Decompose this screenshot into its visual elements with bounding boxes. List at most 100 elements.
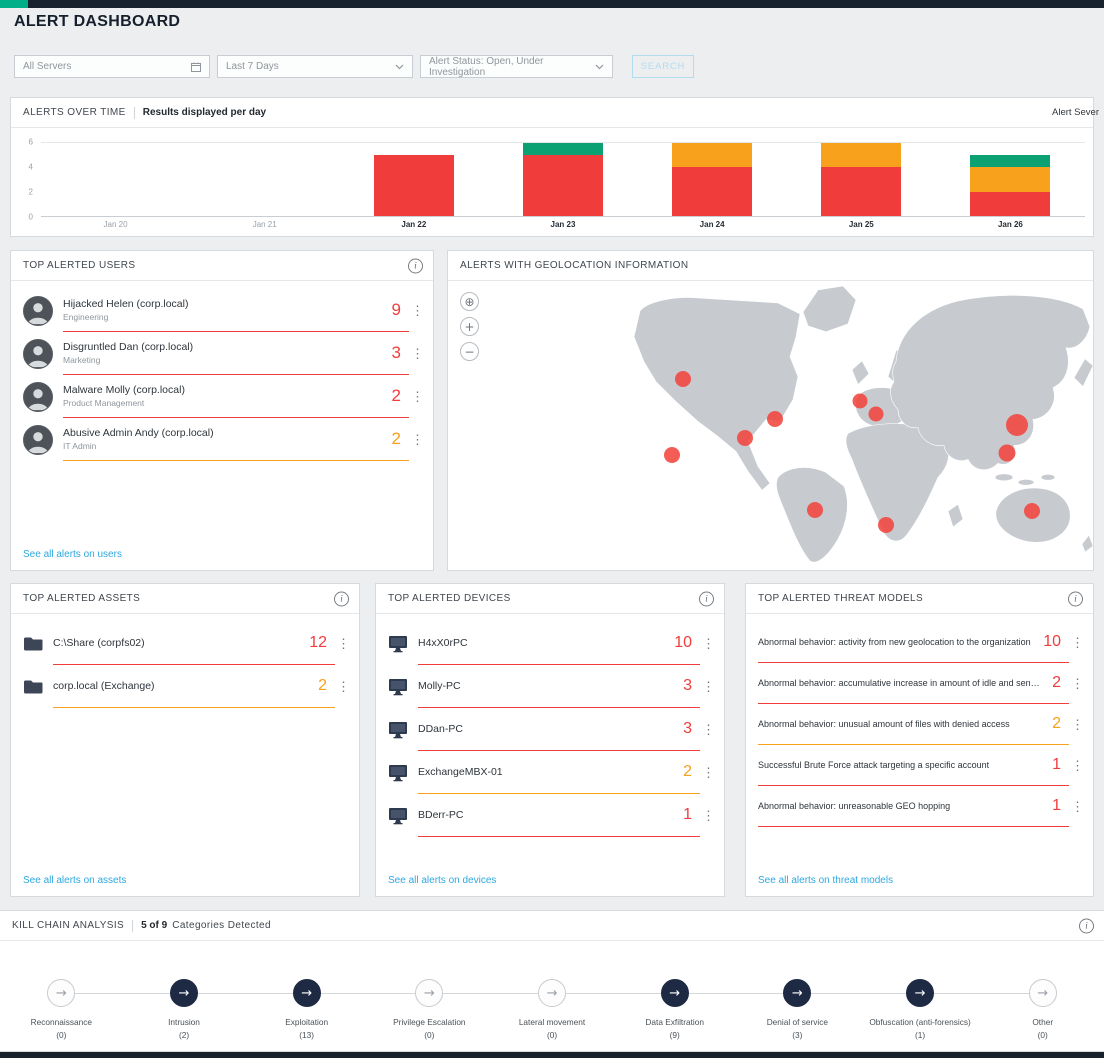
kill-chain-stage-button[interactable]: → bbox=[906, 979, 934, 1007]
info-icon[interactable]: i bbox=[408, 258, 423, 273]
info-icon[interactable]: i bbox=[1068, 591, 1083, 606]
geo-alert-marker[interactable] bbox=[664, 447, 680, 463]
info-icon[interactable]: i bbox=[334, 591, 349, 606]
geo-alert-marker[interactable] bbox=[853, 393, 868, 408]
kebab-menu-icon[interactable]: ⋮ bbox=[411, 390, 423, 403]
user-list-item[interactable]: Disgruntled Dan (corp.local) Marketing 3… bbox=[11, 332, 433, 375]
stacked-bar[interactable] bbox=[225, 143, 305, 216]
stage-label: Reconnaissance bbox=[31, 1017, 92, 1027]
asset-list-item[interactable]: corp.local (Exchange) 2 ⋮ bbox=[11, 665, 359, 708]
stacked-bar[interactable] bbox=[76, 143, 156, 216]
see-all-threat-models-link[interactable]: See all alerts on threat models bbox=[758, 875, 893, 886]
kebab-menu-icon[interactable]: ⋮ bbox=[702, 637, 714, 650]
assets-list: C:\Share (corpfs02) 12 ⋮ corp.local (Exc… bbox=[11, 614, 359, 708]
geo-alert-marker[interactable] bbox=[807, 502, 823, 518]
world-map[interactable]: ⊕ + − bbox=[448, 282, 1093, 570]
date-range-value: Last 7 Days bbox=[226, 61, 279, 72]
threat-model-list-item[interactable]: Successful Brute Force attack targeting … bbox=[746, 745, 1093, 786]
device-list-item[interactable]: DDan-PC 3 ⋮ bbox=[376, 708, 724, 751]
stage-label: Obfuscation (anti-forensics) bbox=[869, 1017, 970, 1027]
kebab-menu-icon[interactable]: ⋮ bbox=[1071, 718, 1083, 731]
date-range-filter[interactable]: Last 7 Days bbox=[217, 55, 413, 78]
kebab-menu-icon[interactable]: ⋮ bbox=[411, 304, 423, 317]
user-avatar bbox=[23, 382, 53, 412]
device-name: DDan-PC bbox=[418, 723, 463, 735]
map-zoom-in-button[interactable]: + bbox=[460, 317, 479, 336]
device-list-item[interactable]: Molly-PC 3 ⋮ bbox=[376, 665, 724, 708]
device-list-item[interactable]: BDerr-PC 1 ⋮ bbox=[376, 794, 724, 837]
threat-model-list-item[interactable]: Abnormal behavior: unusual amount of fil… bbox=[746, 704, 1093, 745]
kill-chain-stage-button[interactable]: → bbox=[783, 979, 811, 1007]
alert-status-filter[interactable]: Alert Status: Open, Under Investigation bbox=[420, 55, 613, 78]
top-alerted-devices-title: TOP ALERTED DEVICES bbox=[388, 593, 511, 604]
device-list-item[interactable]: ExchangeMBX-01 2 ⋮ bbox=[376, 751, 724, 794]
x-tick-label: Jan 25 bbox=[787, 220, 936, 233]
see-all-devices-link[interactable]: See all alerts on devices bbox=[388, 875, 496, 886]
arrow-right-icon: → bbox=[179, 987, 190, 1000]
kebab-menu-icon[interactable]: ⋮ bbox=[702, 809, 714, 822]
geo-alert-marker[interactable] bbox=[869, 407, 884, 422]
kebab-menu-icon[interactable]: ⋮ bbox=[702, 680, 714, 693]
folder-icon bbox=[23, 636, 43, 652]
geo-alert-marker[interactable] bbox=[878, 517, 894, 533]
kebab-menu-icon[interactable]: ⋮ bbox=[702, 723, 714, 736]
asset-list-item[interactable]: C:\Share (corpfs02) 12 ⋮ bbox=[11, 622, 359, 665]
kill-chain-stage-button[interactable]: → bbox=[661, 979, 689, 1007]
threat-model-list-item[interactable]: Abnormal behavior: activity from new geo… bbox=[746, 622, 1093, 663]
kebab-menu-icon[interactable]: ⋮ bbox=[411, 347, 423, 360]
alert-count: 2 bbox=[392, 429, 401, 449]
kebab-menu-icon[interactable]: ⋮ bbox=[337, 637, 349, 650]
see-all-users-link[interactable]: See all alerts on users bbox=[23, 549, 122, 560]
stage-count: (9) bbox=[670, 1030, 680, 1040]
map-zoom-out-button[interactable]: − bbox=[460, 342, 479, 361]
kill-chain-stage-button[interactable]: → bbox=[47, 979, 75, 1007]
user-list-item[interactable]: Hijacked Helen (corp.local) Engineering … bbox=[11, 289, 433, 332]
stacked-bar[interactable] bbox=[523, 143, 603, 216]
kebab-menu-icon[interactable]: ⋮ bbox=[1071, 800, 1083, 813]
user-avatar bbox=[23, 339, 53, 369]
search-button[interactable]: SEARCH bbox=[632, 55, 694, 78]
geo-alert-marker[interactable] bbox=[1024, 503, 1040, 519]
server-filter[interactable]: All Servers bbox=[14, 55, 210, 78]
alerts-over-time-subtitle: Results displayed per day bbox=[143, 107, 266, 118]
kebab-menu-icon[interactable]: ⋮ bbox=[337, 680, 349, 693]
stacked-bar[interactable] bbox=[672, 143, 752, 216]
kebab-menu-icon[interactable]: ⋮ bbox=[1071, 759, 1083, 772]
arrow-right-icon: → bbox=[547, 987, 558, 1000]
kebab-menu-icon[interactable]: ⋮ bbox=[411, 433, 423, 446]
arrow-right-icon: → bbox=[792, 987, 803, 1000]
stacked-bar[interactable] bbox=[970, 143, 1050, 216]
kill-chain-stage-button[interactable]: → bbox=[293, 979, 321, 1007]
stacked-bar[interactable] bbox=[821, 143, 901, 216]
stacked-bar[interactable] bbox=[374, 143, 454, 216]
info-icon[interactable]: i bbox=[699, 591, 714, 606]
kebab-menu-icon[interactable]: ⋮ bbox=[1071, 677, 1083, 690]
map-zoom-controls: ⊕ + − bbox=[460, 292, 479, 367]
kill-chain-stage-button[interactable]: → bbox=[1029, 979, 1057, 1007]
kill-chain-stage-button[interactable]: → bbox=[170, 979, 198, 1007]
asset-name: C:\Share (corpfs02) bbox=[53, 637, 145, 649]
info-icon[interactable]: i bbox=[1079, 918, 1094, 933]
map-reset-view-button[interactable]: ⊕ bbox=[460, 292, 479, 311]
user-department: Engineering bbox=[63, 312, 188, 322]
user-list-item[interactable]: Malware Molly (corp.local) Product Manag… bbox=[11, 375, 433, 418]
kill-chain-stage-button[interactable]: → bbox=[415, 979, 443, 1007]
geo-alert-marker[interactable] bbox=[1006, 414, 1028, 436]
arrow-right-icon: → bbox=[1037, 987, 1048, 1000]
geo-alert-marker[interactable] bbox=[675, 371, 691, 387]
device-list-item[interactable]: H4xX0rPC 10 ⋮ bbox=[376, 622, 724, 665]
user-list-item[interactable]: Abusive Admin Andy (corp.local) IT Admin… bbox=[11, 418, 433, 461]
monitor-icon bbox=[388, 635, 408, 653]
kebab-menu-icon[interactable]: ⋮ bbox=[1071, 636, 1083, 649]
stage-count: (2) bbox=[179, 1030, 189, 1040]
kebab-menu-icon[interactable]: ⋮ bbox=[702, 766, 714, 779]
see-all-assets-link[interactable]: See all alerts on assets bbox=[23, 875, 126, 886]
arrow-right-icon: → bbox=[301, 987, 312, 1000]
threat-model-list-item[interactable]: Abnormal behavior: accumulative increase… bbox=[746, 663, 1093, 704]
geo-alert-marker[interactable] bbox=[737, 430, 753, 446]
chart-column bbox=[190, 143, 339, 216]
kill-chain-stage-button[interactable]: → bbox=[538, 979, 566, 1007]
threat-model-list-item[interactable]: Abnormal behavior: unreasonable GEO hopp… bbox=[746, 786, 1093, 827]
geo-alert-marker[interactable] bbox=[999, 445, 1016, 462]
geo-alert-marker[interactable] bbox=[767, 411, 783, 427]
